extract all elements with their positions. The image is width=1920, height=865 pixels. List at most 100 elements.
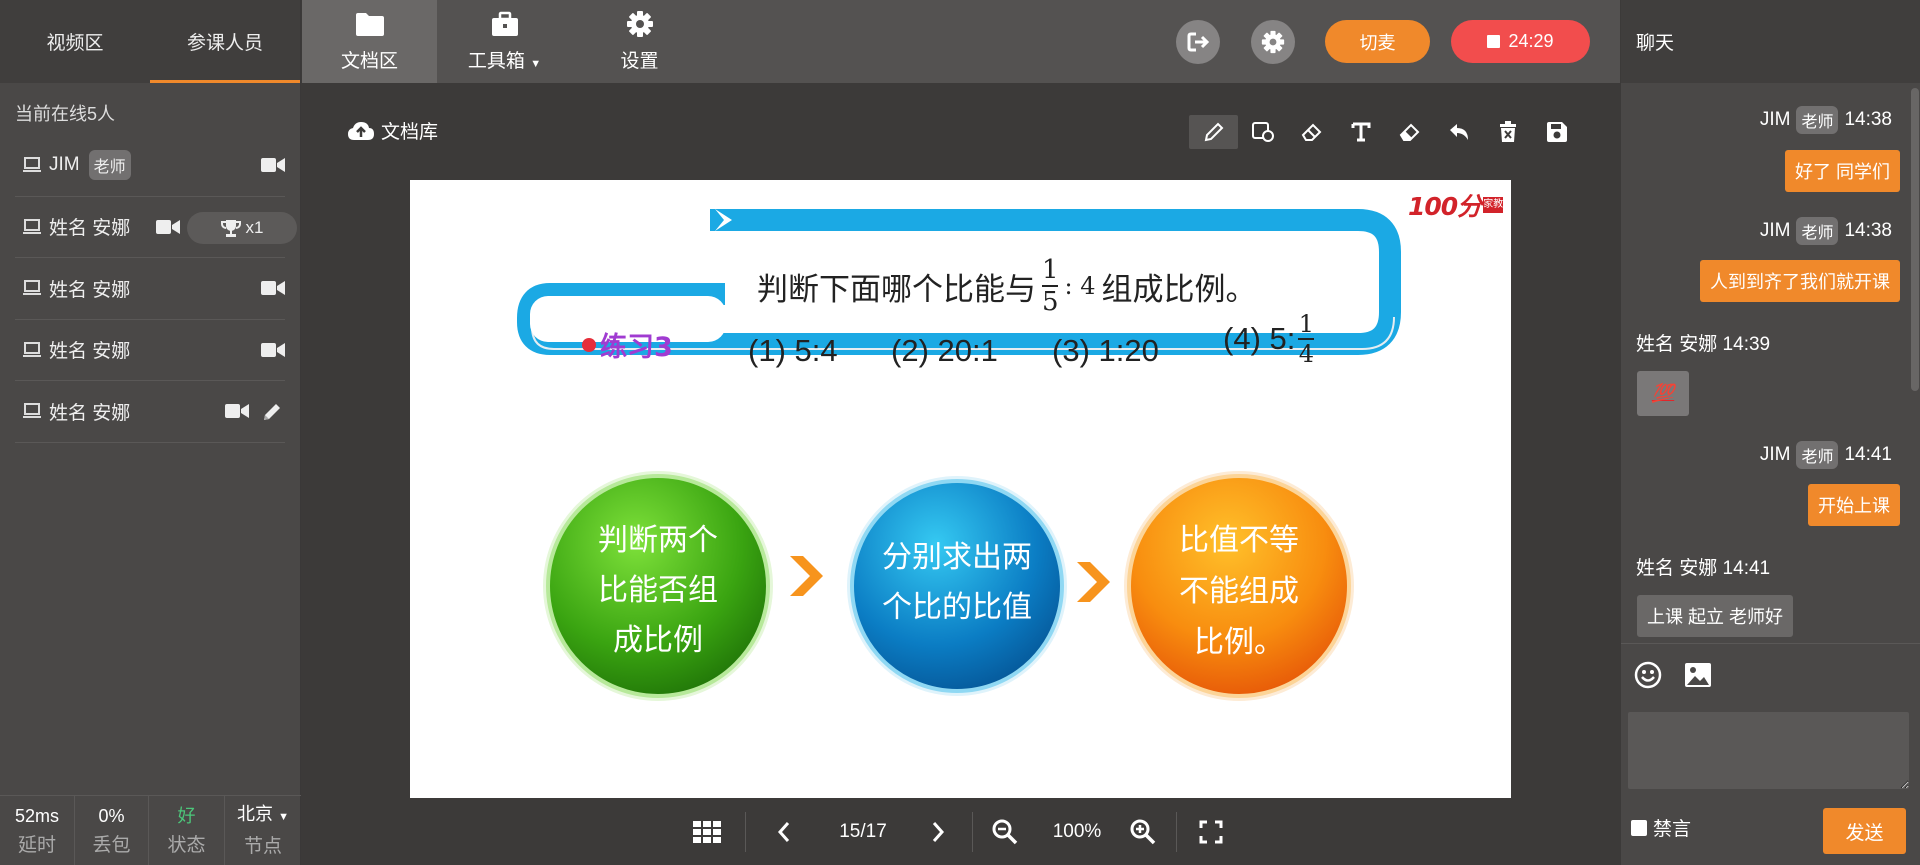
- tab-settings[interactable]: 设置: [572, 0, 707, 83]
- save-tool[interactable]: [1532, 115, 1581, 149]
- stat-label: 节点: [243, 836, 282, 857]
- clear-tool[interactable]: [1385, 115, 1434, 149]
- text-tool[interactable]: [1336, 115, 1385, 149]
- computer-icon: [23, 218, 41, 234]
- teacher-badge: 老师: [88, 150, 131, 181]
- trophy-icon: [220, 219, 241, 237]
- stat-value: 好: [177, 805, 196, 826]
- image-icon[interactable]: [1683, 660, 1713, 690]
- zoom-in-icon: [1130, 819, 1156, 845]
- participant-name: 姓名 安娜: [49, 402, 131, 424]
- trophy-badge[interactable]: x1: [187, 211, 297, 244]
- tab-documents[interactable]: 文档区: [302, 0, 437, 83]
- zoom-in-button[interactable]: [1123, 812, 1163, 852]
- doc-library-button[interactable]: 文档库: [347, 117, 438, 144]
- eraser-tool[interactable]: [1287, 115, 1336, 149]
- checkbox-icon[interactable]: [1631, 819, 1647, 836]
- fullscreen-button[interactable]: [1191, 812, 1231, 852]
- eraser-icon: [1301, 123, 1321, 141]
- tab-toolbox[interactable]: 工具箱 ▼: [437, 0, 572, 83]
- stat-status: 好 状态: [149, 796, 225, 865]
- computer-icon: [23, 280, 41, 296]
- camera-icon[interactable]: [261, 280, 285, 296]
- chat-scrollbar[interactable]: [1911, 88, 1919, 391]
- exit-button[interactable]: [1176, 20, 1220, 64]
- slide-canvas[interactable]: 100分 家教 练习3 判断下面哪个比能与 1 5 : 4 组成比例。 (1) …: [410, 180, 1511, 798]
- chat-tools: [1633, 660, 1713, 690]
- zoom-out-button[interactable]: [985, 812, 1025, 852]
- prev-page-button[interactable]: [764, 812, 804, 852]
- camera-icon[interactable]: [261, 157, 285, 173]
- chat-message: 开始上课: [1808, 484, 1900, 526]
- divider: [1176, 812, 1177, 852]
- switch-mic-button[interactable]: 切麦: [1325, 20, 1430, 63]
- stat-latency: 52ms 延时: [0, 796, 75, 865]
- timer-value: 24:29: [1508, 31, 1554, 51]
- chat-input[interactable]: [1628, 712, 1909, 789]
- gear-icon: [1261, 30, 1285, 54]
- participant-list: JIM 老师 姓名 安娜 x1 姓名 安娜 姓名 安娜 姓名 安娜: [0, 135, 300, 443]
- message-header: 姓名 安娜 14:41: [1636, 558, 1771, 579]
- participant-row[interactable]: 姓名 安娜: [15, 381, 285, 443]
- left-panel: 视频区 参课人员 当前在线5人 JIM 老师 姓名 安娜 x1 姓名 安娜 姓名…: [0, 0, 301, 865]
- chat-message: 人到到齐了我们就开课: [1700, 260, 1900, 302]
- participant-row[interactable]: JIM 老师: [15, 135, 285, 197]
- stop-timer-button[interactable]: 24:29: [1451, 20, 1590, 63]
- camera-icon[interactable]: [156, 219, 180, 235]
- emoji-icon[interactable]: [1633, 660, 1663, 690]
- left-tabs: 视频区 参课人员: [0, 0, 300, 83]
- message-header: JIM 老师 14:38: [1760, 106, 1892, 134]
- fullscreen-icon: [1199, 820, 1223, 844]
- participant-row[interactable]: 姓名 安娜: [15, 320, 285, 381]
- tab-label: 工具箱 ▼: [467, 51, 542, 72]
- tab-participants[interactable]: 参课人员: [150, 0, 300, 83]
- undo-icon: [1449, 124, 1468, 140]
- page-indicator: 15/17: [839, 821, 887, 842]
- tab-label: 设置: [620, 51, 659, 72]
- stat-loss: 0% 丢包: [75, 796, 149, 865]
- stat-value: 52ms: [14, 805, 59, 826]
- mute-checkbox[interactable]: 禁言: [1631, 814, 1691, 841]
- step-1-text: 判断两个 比能否组 成比例: [598, 524, 718, 657]
- undo-tool[interactable]: [1434, 115, 1483, 149]
- settings-button[interactable]: [1251, 20, 1295, 64]
- clear-icon: [1399, 123, 1419, 141]
- camera-icon[interactable]: [261, 342, 285, 358]
- stop-icon: [1487, 35, 1501, 48]
- participant-row[interactable]: 姓名 安娜: [15, 258, 285, 320]
- next-page-button[interactable]: [918, 812, 958, 852]
- delete-tool[interactable]: [1483, 115, 1532, 149]
- camera-icon[interactable]: [225, 403, 249, 419]
- computer-icon: [23, 403, 41, 419]
- send-button[interactable]: 发送: [1823, 808, 1906, 854]
- pencil-icon[interactable]: [261, 401, 283, 423]
- zoom-out-icon: [992, 819, 1018, 845]
- pager-bar: 15/17 100%: [302, 798, 1620, 865]
- online-count: 当前在线5人: [15, 104, 116, 124]
- message-header: JIM 老师 14:38: [1760, 217, 1892, 245]
- pen-tool[interactable]: [1189, 115, 1238, 149]
- chat-panel: 聊天 JIM 老师 14:38 好了 同学们 JIM 老师 14:38 人到到齐了我们就…: [1621, 0, 1920, 865]
- divider: [1621, 643, 1920, 644]
- message-header: JIM 老师 14:41: [1760, 441, 1892, 469]
- participant-name: 姓名 安娜: [49, 218, 131, 240]
- mute-label: 禁言: [1653, 819, 1692, 840]
- stat-node[interactable]: 北京 ▼ 节点: [225, 796, 301, 865]
- caret-down-icon: ▼: [278, 811, 289, 823]
- chevron-right-icon: [932, 822, 945, 842]
- chevron-left-icon: [777, 822, 790, 842]
- text-icon: [1351, 122, 1370, 142]
- pen-icon: [1204, 122, 1223, 142]
- participant-row[interactable]: 姓名 安娜 x1: [15, 197, 297, 258]
- shape-tool[interactable]: [1238, 115, 1287, 149]
- delete-icon: [1499, 121, 1516, 142]
- grid-icon: [693, 821, 721, 843]
- message-header: 姓名 安娜 14:39: [1636, 334, 1771, 355]
- tab-video[interactable]: 视频区: [0, 0, 150, 83]
- top-bar: 文档区 工具箱 ▼ 设置 切麦 24:29: [302, 0, 1620, 83]
- thumbnails-button[interactable]: [687, 812, 727, 852]
- exit-icon: [1187, 32, 1209, 52]
- stat-label: 延时: [17, 834, 56, 856]
- stat-label: 丢包: [92, 834, 131, 856]
- network-stats: 52ms 延时 0% 丢包 好 状态 北京 ▼ 节点: [0, 795, 301, 865]
